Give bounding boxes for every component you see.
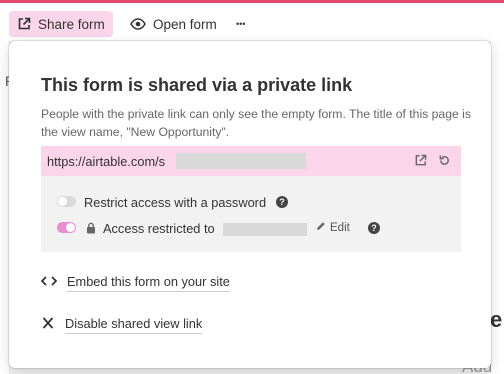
share-form-label: Share form [38, 16, 105, 32]
password-help-icon[interactable]: ? [276, 196, 288, 208]
close-icon [41, 316, 55, 334]
link-settings-panel: Restrict access with a password ? Access… [41, 176, 461, 252]
redacted-domain [223, 223, 307, 236]
domain-restriction-toggle[interactable] [57, 222, 76, 233]
background-fragment: e [490, 307, 503, 332]
open-link-icon[interactable] [414, 154, 427, 172]
popover-description: People with the private link can only se… [41, 107, 471, 139]
open-form-button[interactable]: Open form [122, 11, 225, 37]
embed-form-action[interactable]: Embed this form on your site [40, 274, 230, 292]
password-toggle[interactable] [57, 196, 76, 207]
popover-title: This form is shared via a private link [41, 75, 353, 95]
domain-help-icon[interactable]: ? [368, 222, 380, 234]
more-icon: ••• [236, 19, 246, 29]
embed-form-label: Embed this form on your site [67, 274, 230, 292]
share-link-url[interactable]: https://airtable.com/s [47, 154, 165, 169]
more-options-button[interactable]: ••• [228, 11, 253, 37]
eye-icon [130, 18, 146, 30]
domain-setting-label: Access restricted to [103, 221, 215, 236]
open-form-label: Open form [153, 16, 217, 32]
lock-icon [86, 221, 96, 239]
regenerate-link-icon[interactable] [438, 154, 451, 172]
share-icon [17, 17, 31, 31]
share-link-field[interactable]: https://airtable.com/s [41, 146, 461, 176]
code-icon [40, 274, 58, 292]
edit-domain-button[interactable]: Edit [316, 221, 350, 234]
disable-link-action[interactable]: Disable shared view link [41, 316, 203, 334]
pencil-icon [316, 221, 326, 234]
redacted-link-token [176, 153, 306, 169]
disable-link-label: Disable shared view link [65, 316, 203, 334]
edit-label: Edit [330, 221, 350, 234]
password-setting-label: Restrict access with a password [84, 195, 267, 210]
share-form-button[interactable]: Share form [9, 11, 113, 37]
share-form-popover: This form is shared via a private link P… [9, 41, 491, 368]
view-toolbar: Share form Open form ••• [0, 3, 504, 41]
